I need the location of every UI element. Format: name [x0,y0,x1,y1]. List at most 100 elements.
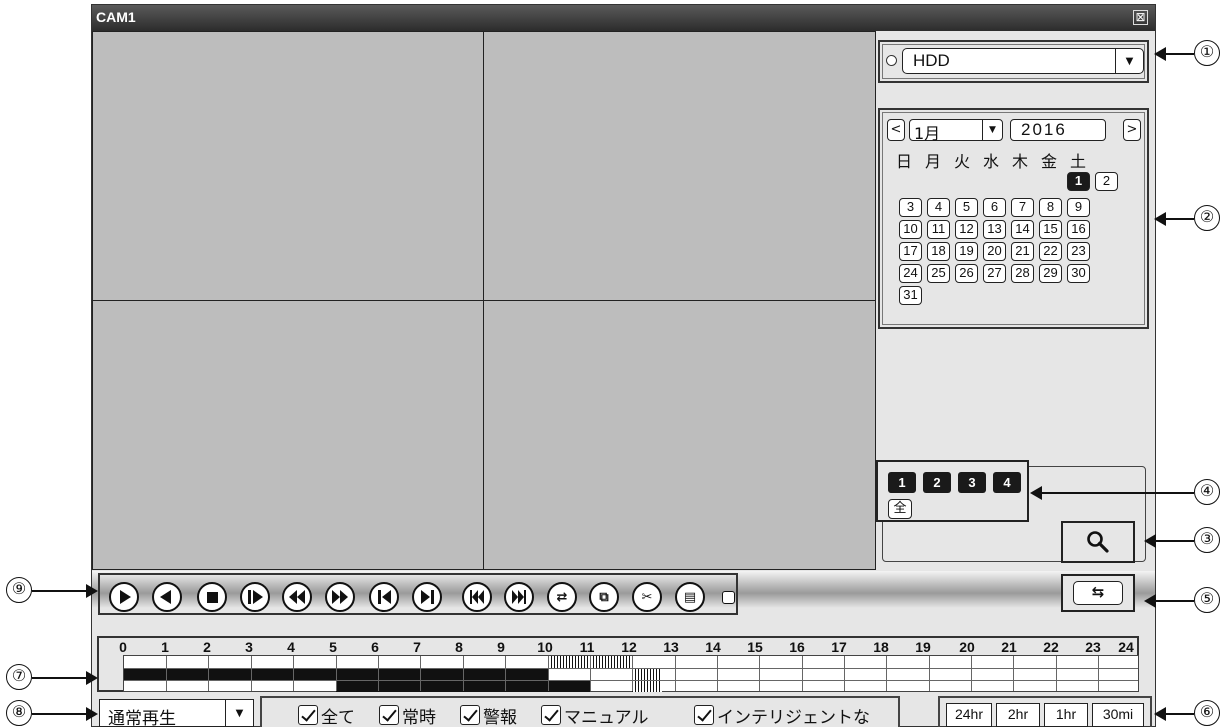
calendar-day[interactable]: 15 [1039,220,1062,239]
prev-month-button[interactable]: < [887,119,905,141]
calendar-day[interactable]: 17 [899,242,922,261]
month-dropdown[interactable]: 1月 ▼ [909,119,1003,143]
checkbox-icon[interactable] [541,705,561,725]
calendar-day[interactable]: 25 [927,264,950,283]
calendar-day[interactable]: 24 [899,264,922,283]
sync-icon[interactable]: ⇄ [547,582,577,612]
checkbox-icon[interactable] [298,705,318,725]
play-icon[interactable] [109,582,139,612]
filter-alarm[interactable]: 警報 [460,703,517,727]
next-frame-icon[interactable] [240,582,270,612]
calendar-day[interactable]: 13 [983,220,1006,239]
video-cell-4[interactable] [483,300,876,570]
year-value: 2016 [1021,120,1067,139]
calendar-day[interactable]: 16 [1067,220,1090,239]
calendar-day[interactable]: 4 [927,198,950,217]
checkbox-icon[interactable] [460,705,480,725]
clip-icon[interactable]: ✂ [632,582,662,612]
source-dropdown[interactable]: HDD ▼ [902,48,1144,74]
fast-forward-icon[interactable] [325,582,355,612]
calendar-day[interactable]: 26 [955,264,978,283]
calendar-day[interactable]: 21 [1011,242,1034,261]
video-cell-2[interactable] [483,31,876,301]
year-field[interactable]: 2016 [1010,119,1106,141]
video-cell-1[interactable] [92,31,484,301]
calendar-day[interactable]: 28 [1011,264,1034,283]
filter-label: インテリジェントな [717,707,870,727]
rewind-icon[interactable] [282,582,312,612]
search-button[interactable] [1061,521,1135,563]
filter-all[interactable]: 全て [298,703,355,727]
hour-label: 20 [959,639,975,655]
skip-forward-icon[interactable] [504,582,534,612]
calendar-day[interactable]: 18 [927,242,950,261]
video-cell-3[interactable] [92,300,484,570]
video-grid [92,31,876,570]
calendar-day[interactable]: 23 [1067,242,1090,261]
zoom-24hr-button[interactable]: 24hr [946,703,992,727]
calendar-day[interactable]: 7 [1011,198,1034,217]
playback-mode-value: 通常再生 [108,709,176,727]
callout-2: ② [1194,205,1220,231]
calendar-day-selected[interactable]: 1 [1067,172,1090,191]
next-month-button[interactable]: > [1123,119,1141,141]
windows-icon[interactable]: ⧉ [589,582,619,612]
callout-8: ⑧ [6,700,32,726]
calendar-day[interactable]: 11 [927,220,950,239]
weekday-label: 日 [895,152,912,171]
calendar-day[interactable]: 3 [899,198,922,217]
checkbox-icon[interactable] [379,705,399,725]
stop-icon[interactable] [197,582,227,612]
stop-small-icon[interactable] [722,591,735,604]
timeline[interactable]: 0 1 2 3 4 5 6 7 8 9 10 11 12 13 14 15 16… [97,636,1139,692]
calendar-day[interactable]: 29 [1039,264,1062,283]
channel-1-button[interactable]: 1 [888,472,916,493]
checkbox-icon[interactable] [694,705,714,725]
zoom-30mi-button[interactable]: 30mi [1092,703,1144,727]
calendar-day[interactable]: 9 [1067,198,1090,217]
calendar-day[interactable]: 2 [1095,172,1118,191]
radio-icon[interactable] [886,55,897,66]
weekday-label: 火 [953,152,970,171]
channel-4-button[interactable]: 4 [993,472,1021,493]
calendar-day[interactable]: 19 [955,242,978,261]
calendar-day[interactable]: 30 [1067,264,1090,283]
zoom-2hr-button[interactable]: 2hr [996,703,1040,727]
channel-3-button[interactable]: 3 [958,472,986,493]
timeline-zoom-group: 24hr 2hr 1hr 30mi [938,696,1152,727]
calendar-day[interactable]: 8 [1039,198,1062,217]
chevron-down-icon[interactable]: ▼ [982,120,1002,140]
source-panel: HDD ▼ [878,40,1149,83]
hour-label: 23 [1085,639,1101,655]
playback-mode-dropdown[interactable]: 通常再生 ▼ [99,699,254,727]
grid-line [632,656,633,691]
calendar-day[interactable]: 31 [899,286,922,305]
close-icon[interactable]: ⊠ [1133,10,1148,25]
calendar-day[interactable]: 6 [983,198,1006,217]
calendar-day[interactable]: 27 [983,264,1006,283]
switch-button[interactable]: ⇆ [1061,574,1135,612]
calendar-day[interactable]: 22 [1039,242,1062,261]
calendar-day[interactable]: 12 [955,220,978,239]
calendar-day[interactable]: 14 [1011,220,1034,239]
calendar-day[interactable]: 10 [899,220,922,239]
hour-label: 12 [621,639,637,655]
all-channels-button[interactable]: 全 [888,499,912,519]
zoom-1hr-button[interactable]: 1hr [1044,703,1088,727]
grid-line [293,656,294,691]
next-icon[interactable] [412,582,442,612]
calendar-day[interactable]: 20 [983,242,1006,261]
previous-icon[interactable] [369,582,399,612]
chevron-down-icon[interactable]: ▼ [225,700,253,726]
filter-manual[interactable]: マニュアル [541,703,649,727]
grid-line [548,656,549,691]
filter-intelligent[interactable]: インテリジェントな [694,703,870,727]
chevron-down-icon[interactable]: ▼ [1115,49,1143,73]
timeline-grid[interactable] [123,655,1139,692]
filter-continuous[interactable]: 常時 [379,703,436,727]
reverse-play-icon[interactable] [152,582,182,612]
save-icon[interactable]: ▤ [675,582,705,612]
skip-back-icon[interactable] [462,582,492,612]
calendar-day[interactable]: 5 [955,198,978,217]
channel-2-button[interactable]: 2 [923,472,951,493]
